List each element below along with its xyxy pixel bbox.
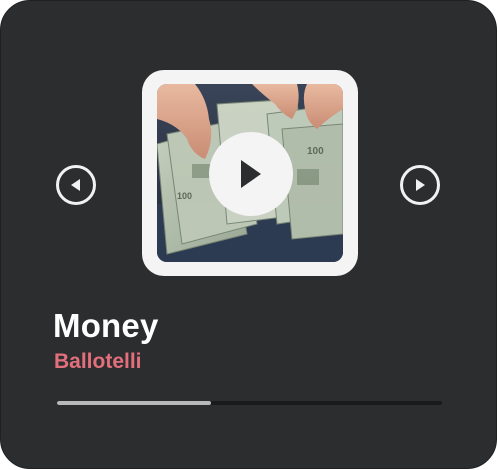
play-icon [241, 160, 261, 188]
previous-icon [71, 179, 80, 191]
next-track-button[interactable] [400, 165, 440, 205]
progress-fill [57, 401, 211, 405]
svg-text:100: 100 [177, 191, 192, 201]
music-player-card: 100 100 Money Ballotelli [0, 0, 497, 469]
track-title: Money [53, 307, 159, 344]
previous-track-button[interactable] [56, 165, 96, 205]
progress-bar[interactable] [57, 401, 442, 405]
play-button[interactable] [209, 132, 293, 216]
next-icon [416, 179, 425, 191]
track-artist: Ballotelli [54, 350, 142, 373]
svg-text:100: 100 [307, 146, 324, 157]
